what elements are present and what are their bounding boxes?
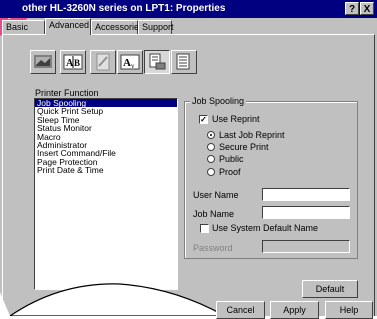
cancel-button[interactable]: Cancel bbox=[216, 301, 265, 319]
device-options-icon[interactable] bbox=[144, 50, 170, 74]
page-curl-overlay bbox=[0, 283, 227, 316]
properties-window: other HL-3260N series on LPT1: Propertie… bbox=[0, 0, 377, 319]
overlay-icon[interactable] bbox=[171, 50, 197, 74]
radio-public[interactable] bbox=[207, 155, 215, 163]
text-ab-icon[interactable]: AB bbox=[60, 50, 86, 74]
apply-button[interactable]: Apply bbox=[270, 301, 319, 319]
radio-secure-print[interactable] bbox=[207, 143, 215, 151]
password-label: Password bbox=[193, 243, 233, 253]
svg-text:A: A bbox=[123, 57, 131, 69]
tab-basic[interactable]: Basic bbox=[2, 20, 45, 34]
use-reprint-label: Use Reprint bbox=[212, 114, 260, 124]
printer-function-label: Printer Function bbox=[35, 88, 99, 98]
tab-strip: Basic Advanced Accessories Support bbox=[0, 18, 377, 35]
public-label: Public bbox=[219, 154, 244, 164]
job-name-label: Job Name bbox=[193, 209, 235, 219]
user-name-field[interactable] bbox=[262, 188, 350, 201]
proof-label: Proof bbox=[219, 167, 241, 177]
tab-advanced[interactable]: Advanced bbox=[45, 18, 91, 35]
window-title: other HL-3260N series on LPT1: Propertie… bbox=[22, 3, 226, 14]
font-substitution-icon[interactable]: Av bbox=[117, 50, 143, 74]
svg-text:v: v bbox=[131, 62, 135, 70]
graphics-icon[interactable] bbox=[30, 50, 56, 74]
tab-support[interactable]: Support bbox=[138, 20, 174, 34]
secure-print-label: Secure Print bbox=[219, 142, 269, 152]
last-job-reprint-label: Last Job Reprint bbox=[219, 130, 285, 140]
user-name-label: User Name bbox=[193, 190, 239, 200]
svg-text:B: B bbox=[74, 58, 80, 68]
use-system-default-checkbox[interactable] bbox=[200, 224, 209, 233]
radio-last-job-reprint[interactable] bbox=[207, 131, 215, 139]
title-bar: other HL-3260N series on LPT1: Propertie… bbox=[0, 0, 377, 18]
job-spooling-group bbox=[184, 101, 358, 259]
use-reprint-checkbox[interactable]: ✓ bbox=[199, 115, 208, 124]
job-spooling-title: Job Spooling bbox=[190, 96, 247, 106]
list-item[interactable]: Print Date & Time bbox=[35, 166, 177, 175]
help-button[interactable]: Help bbox=[325, 301, 373, 319]
use-system-default-label: Use System Default Name bbox=[212, 223, 319, 233]
job-name-field[interactable] bbox=[262, 206, 350, 219]
close-button[interactable]: X bbox=[360, 2, 374, 15]
password-field[interactable] bbox=[262, 240, 350, 253]
radio-proof[interactable] bbox=[207, 168, 215, 176]
help-question-button[interactable]: ? bbox=[345, 2, 359, 15]
watermark-icon[interactable] bbox=[90, 50, 116, 74]
tab-accessories[interactable]: Accessories bbox=[91, 20, 144, 34]
